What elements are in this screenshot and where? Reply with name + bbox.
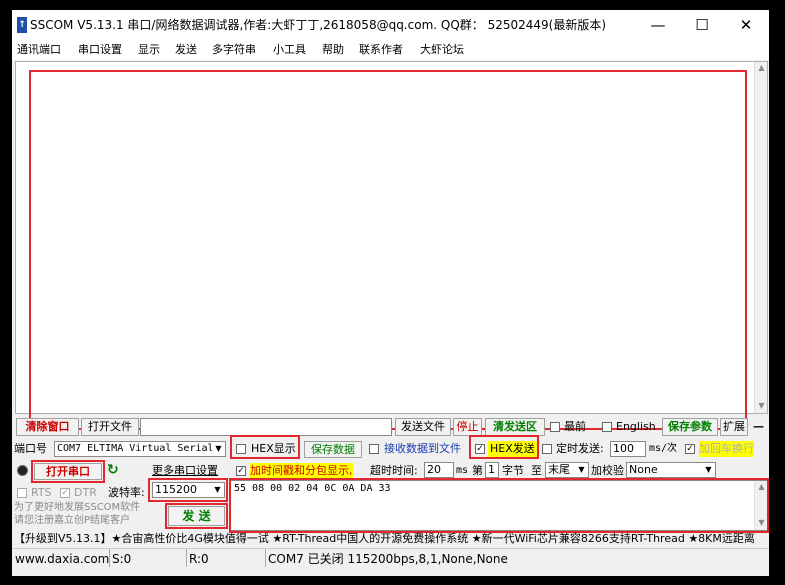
send-scrollbar[interactable]: ▲ ▼ xyxy=(754,481,767,530)
dtr-checkbox[interactable]: ✓ xyxy=(60,488,70,498)
hex-display-label: HEX显示 xyxy=(251,442,296,455)
status-divider xyxy=(186,549,187,567)
hex-send-label: HEX发送 xyxy=(488,441,537,457)
hint-line-2: 请您注册嘉立创P结尾客户 xyxy=(14,515,131,526)
topmost-checkbox[interactable] xyxy=(550,422,560,432)
hex-display-checkbox[interactable] xyxy=(236,444,246,454)
timed-send-label: 定时发送: xyxy=(556,442,604,455)
app-icon: ↑ xyxy=(17,17,27,33)
timestamp-label: 加时间戳和分包显示, xyxy=(250,463,353,479)
clear-window-button[interactable]: 清除窗口 xyxy=(16,418,79,436)
receive-scrollbar[interactable]: ▲ ▼ xyxy=(754,62,767,413)
website-link[interactable]: www.daxia.com xyxy=(15,551,109,567)
hex-send-checkbox[interactable]: ✓ xyxy=(475,444,485,454)
menu-serial-settings[interactable]: 串口设置 xyxy=(78,42,122,58)
english-checkbox[interactable] xyxy=(602,422,612,432)
menu-display[interactable]: 显示 xyxy=(138,42,160,58)
news-ticker[interactable]: 【升级到V5.13.1】★合宙高性价比4G模块值得一试 ★RT-Thread中国… xyxy=(14,531,769,547)
chevron-down-icon[interactable]: ▼ xyxy=(211,483,224,497)
timeout-input[interactable]: 20 xyxy=(424,462,454,478)
timed-send-interval-input[interactable]: 100 xyxy=(610,441,646,457)
byte-prefix: 第 xyxy=(472,464,483,477)
receive-highlight xyxy=(29,70,747,430)
timestamp-checkbox[interactable]: ✓ xyxy=(236,466,246,476)
port-status-icon xyxy=(17,465,28,476)
status-divider xyxy=(265,549,266,567)
minimize-button[interactable]: — xyxy=(636,10,680,40)
timeout-label: 超时时间: xyxy=(370,464,418,477)
scroll-up-icon[interactable]: ▲ xyxy=(755,482,768,491)
scroll-down-icon[interactable]: ▼ xyxy=(755,518,768,527)
menu-tools[interactable]: 小工具 xyxy=(273,42,306,58)
file-path-input[interactable] xyxy=(140,418,392,436)
recv-to-file-checkbox[interactable] xyxy=(369,444,379,454)
menu-forum[interactable]: 大虾论坛 xyxy=(420,42,464,58)
open-file-button[interactable]: 打开文件 xyxy=(81,418,139,436)
send-area-highlight xyxy=(229,478,769,533)
menu-multi-string[interactable]: 多字符串 xyxy=(212,42,256,58)
port-label: 端口号 xyxy=(14,442,47,455)
topmost-label: 最前 xyxy=(564,420,586,433)
expand-button[interactable]: 扩展 xyxy=(720,418,748,436)
scroll-up-icon[interactable]: ▲ xyxy=(755,63,768,72)
dtr-label: DTR xyxy=(74,486,97,499)
send-file-button[interactable]: 发送文件 xyxy=(395,418,451,436)
add-crlf-checkbox[interactable]: ✓ xyxy=(685,444,695,454)
save-params-button[interactable]: 保存参数 xyxy=(662,418,718,436)
port-select[interactable]: COM7 ELTIMA Virtual Serial xyxy=(54,441,226,457)
recv-to-file-label: 接收数据到文件 xyxy=(384,442,461,455)
timed-send-unit: ms/次 xyxy=(649,443,678,454)
open-port-button[interactable]: 打开串口 xyxy=(34,463,102,480)
chevron-down-icon[interactable]: ▼ xyxy=(212,442,225,456)
status-divider xyxy=(109,549,110,567)
timeout-unit: ms xyxy=(456,465,469,476)
rts-checkbox[interactable] xyxy=(17,488,27,498)
english-label: English xyxy=(616,420,656,433)
baud-label: 波特率: xyxy=(108,486,145,499)
window-title: SSCOM V5.13.1 串口/网络数据调试器,作者:大虾丁丁,2618058… xyxy=(30,18,607,32)
menu-comm-port[interactable]: 通讯端口 xyxy=(17,42,61,58)
menu-contact-author[interactable]: 联系作者 xyxy=(359,42,403,58)
port-status-text: COM7 已关闭 115200bps,8,1,None,None xyxy=(268,552,508,566)
clear-send-area-button[interactable]: 清发送区 xyxy=(485,418,545,436)
stop-button[interactable]: 停止 xyxy=(453,418,482,436)
scroll-down-icon[interactable]: ▼ xyxy=(755,401,768,410)
checksum-label: 加校验 xyxy=(591,464,624,477)
chevron-down-icon[interactable]: ▼ xyxy=(575,463,588,477)
close-button[interactable]: ✕ xyxy=(724,10,768,40)
menu-help[interactable]: 帮助 xyxy=(322,42,344,58)
hint-line-1: 为了更好地发展SSCOM软件 xyxy=(14,502,141,513)
add-crlf-label: 加回车换行 xyxy=(699,441,754,457)
received-count: R:0 xyxy=(189,552,209,566)
to-label: 至 xyxy=(531,464,542,477)
byte-start-input[interactable]: 1 xyxy=(485,462,499,478)
maximize-button[interactable]: ☐ xyxy=(680,10,724,40)
send-button[interactable]: 发 送 xyxy=(168,506,225,526)
save-data-button[interactable]: 保存数据 xyxy=(304,441,362,458)
more-settings-link[interactable]: 更多串口设置 xyxy=(152,463,218,479)
byte-unit: 字节 xyxy=(502,464,524,477)
chevron-down-icon[interactable]: ▼ xyxy=(702,463,715,477)
rts-label: RTS xyxy=(31,486,52,499)
refresh-icon[interactable]: ↻ xyxy=(107,462,119,478)
app-window: ↑ SSCOM V5.13.1 串口/网络数据调试器,作者:大虾丁丁,26180… xyxy=(12,10,769,576)
collapse-button[interactable]: — xyxy=(753,419,764,435)
sent-count: S:0 xyxy=(112,552,132,566)
timed-send-checkbox[interactable] xyxy=(542,444,552,454)
menu-send[interactable]: 发送 xyxy=(175,42,197,58)
